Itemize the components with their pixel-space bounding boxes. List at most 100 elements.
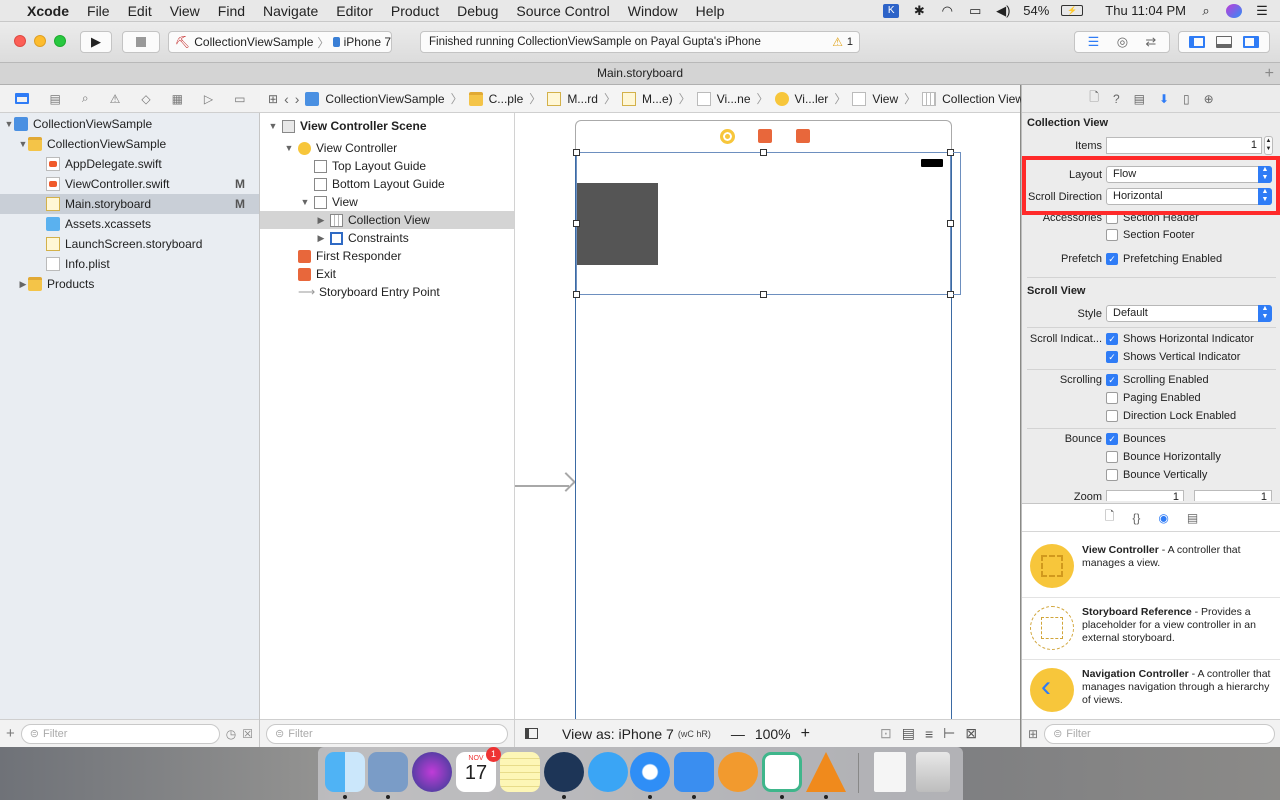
outline-item-view-controller[interactable]: ▼ View Controller — [260, 139, 514, 157]
connections-inspector-icon[interactable]: ⊕ — [1204, 92, 1214, 106]
paging-enabled-checkbox[interactable]: Paging Enabled — [1106, 392, 1201, 404]
debug-navigator-icon[interactable]: ▦ — [172, 92, 183, 106]
notification-center-icon[interactable]: ☰ — [1254, 3, 1270, 18]
tree-item-infoplist[interactable]: Info.plist — [0, 254, 259, 274]
tab-main-storyboard[interactable]: Main.storyboard — [597, 66, 683, 80]
view-controller-dock-icon[interactable] — [720, 129, 735, 144]
breadcrumb-base[interactable]: M...e) — [622, 91, 673, 106]
zoom-level[interactable]: 100% — [755, 726, 791, 742]
xml-file-icon[interactable] — [874, 752, 906, 792]
outline-item-view[interactable]: ▼ View — [260, 193, 514, 211]
breadcrumb-project[interactable]: CollectionViewSample — [305, 91, 445, 106]
tree-item-launchscreen[interactable]: LaunchScreen.storyboard — [0, 234, 259, 254]
disclosure-open-icon[interactable]: ▼ — [268, 121, 278, 131]
first-responder-dock-icon[interactable] — [758, 129, 772, 143]
clock[interactable]: Thu 11:04 PM — [1105, 3, 1186, 18]
source-control-navigator-icon[interactable]: ▤ — [50, 92, 61, 106]
finder-icon[interactable] — [325, 752, 365, 792]
outline-item-collection-view[interactable]: ▶ Collection View — [260, 211, 514, 229]
wifi-icon[interactable]: ◠ — [939, 3, 955, 18]
resize-handle[interactable] — [573, 220, 580, 227]
items-stepper[interactable]: ▲ ▼ — [1264, 136, 1273, 155]
tree-item-appdelegate[interactable]: AppDelegate.swift — [0, 154, 259, 174]
breakpoint-navigator-icon[interactable]: ▷ — [204, 92, 213, 106]
disclosure-open-icon[interactable]: ▼ — [18, 139, 28, 149]
tree-item-products[interactable]: ▶ Products — [0, 274, 259, 294]
volume-icon[interactable]: ◀︎) — [995, 3, 1011, 18]
debug-area-toggle-icon[interactable] — [1215, 36, 1232, 48]
report-navigator-icon[interactable]: ▭ — [234, 92, 245, 106]
stop-button[interactable] — [122, 31, 160, 53]
items-field[interactable]: 1 — [1106, 137, 1262, 154]
embed-in-stack-icon[interactable]: ▤ — [902, 725, 915, 742]
prefetching-checkbox[interactable]: ✓ Prefetching Enabled — [1106, 253, 1222, 265]
assistant-editor-icon[interactable]: ◎ — [1117, 34, 1128, 50]
navigator-filter-input[interactable]: ⊜ Filter — [20, 723, 220, 744]
scrolling-enabled-checkbox[interactable]: ✓ Scrolling Enabled — [1106, 374, 1209, 386]
airplay-icon[interactable]: ▭ — [967, 3, 983, 18]
run-button[interactable]: ▶ — [80, 31, 112, 53]
navigator-toggle-icon[interactable] — [1188, 36, 1205, 48]
tree-item-main-storyboard[interactable]: Main.storyboard M — [0, 194, 259, 214]
outline-item-entry-point[interactable]: ⟶ Storyboard Entry Point — [260, 283, 514, 301]
scm-filter-icon[interactable]: ☒ — [242, 727, 253, 741]
disclosure-closed-icon[interactable]: ▶ — [316, 215, 326, 226]
media-library-icon[interactable]: ▤ — [1187, 511, 1198, 525]
outline-item-first-responder[interactable]: First Responder — [260, 247, 514, 265]
forward-icon[interactable]: › — [295, 91, 300, 107]
outline-item-bottom-layout-guide[interactable]: Bottom Layout Guide — [260, 175, 514, 193]
exit-dock-icon[interactable] — [796, 129, 810, 143]
project-navigator-icon[interactable] — [14, 93, 29, 104]
quick-help-icon[interactable]: ? — [1113, 92, 1120, 106]
xcode-dock-icon[interactable] — [674, 752, 714, 792]
section-footer-checkbox[interactable]: Section Footer — [1106, 229, 1195, 241]
outline-item-constraints[interactable]: ▶ Constraints — [260, 229, 514, 247]
file-template-library-icon[interactable]: 🗋 — [1105, 507, 1115, 528]
breadcrumb-view-controller[interactable]: Vi...ler — [774, 91, 828, 106]
menu-help[interactable]: Help — [687, 3, 734, 19]
outline-item-scene[interactable]: ▼ View Controller Scene — [260, 117, 514, 135]
trash-icon[interactable] — [916, 752, 950, 792]
vlc-icon[interactable] — [806, 752, 846, 792]
direction-lock-checkbox[interactable]: Direction Lock Enabled — [1106, 410, 1236, 422]
sourcetree-icon[interactable] — [544, 752, 584, 792]
menu-source-control[interactable]: Source Control — [507, 3, 618, 19]
tree-item-group[interactable]: ▼ CollectionViewSample — [0, 134, 259, 154]
library-item-navigation-controller[interactable]: ‹ Navigation Controller - A controller t… — [1022, 660, 1280, 722]
zoom-out-icon[interactable]: — — [731, 726, 745, 742]
menu-navigate[interactable]: Navigate — [254, 3, 327, 19]
find-navigator-icon[interactable]: ⌕ — [82, 91, 89, 106]
resize-handle[interactable] — [573, 291, 580, 298]
utilities-toggle-icon[interactable] — [1243, 36, 1260, 48]
siri-dock-icon[interactable] — [412, 752, 452, 792]
bounce-vertically-checkbox[interactable]: Bounce Vertically — [1106, 469, 1207, 481]
warning-count[interactable]: 1 — [847, 36, 853, 48]
library-item-storyboard-reference[interactable]: Storyboard Reference - Provides a placeh… — [1022, 598, 1280, 660]
pin-icon[interactable]: ⊢ — [943, 725, 955, 742]
menu-window[interactable]: Window — [619, 3, 687, 19]
tree-item-viewcontroller[interactable]: ViewController.swift M — [0, 174, 259, 194]
test-navigator-icon[interactable]: ◇ — [141, 92, 150, 106]
menu-view[interactable]: View — [161, 3, 209, 19]
disclosure-closed-icon[interactable]: ▶ — [18, 279, 28, 290]
size-inspector-icon[interactable]: ▯ — [1183, 92, 1190, 106]
preview-icon[interactable] — [368, 752, 408, 792]
breadcrumb-view[interactable]: View — [852, 91, 898, 106]
resize-handle[interactable] — [760, 291, 767, 298]
calendar-icon[interactable]: NOV 17 1 — [456, 747, 501, 792]
slack-icon[interactable] — [762, 752, 802, 792]
menu-file[interactable]: File — [78, 3, 119, 19]
identity-inspector-icon[interactable]: ▤ — [1134, 92, 1145, 106]
messages-icon[interactable] — [588, 752, 628, 792]
safari-icon[interactable] — [630, 752, 670, 792]
resolve-issues-icon[interactable]: ⊠ — [965, 725, 977, 742]
resize-handle[interactable] — [573, 149, 580, 156]
warning-icon[interactable]: ⚠ — [832, 35, 843, 49]
collection-view-selection[interactable] — [573, 149, 954, 298]
ibooks-icon[interactable] — [718, 752, 758, 792]
bounces-checkbox[interactable]: ✓ Bounces — [1106, 433, 1166, 445]
zoom-in-icon[interactable]: + — [801, 725, 810, 743]
spotlight-search-icon[interactable]: ⌕ — [1198, 3, 1214, 18]
zoom-window-button[interactable] — [54, 35, 66, 47]
close-window-button[interactable] — [14, 35, 26, 47]
